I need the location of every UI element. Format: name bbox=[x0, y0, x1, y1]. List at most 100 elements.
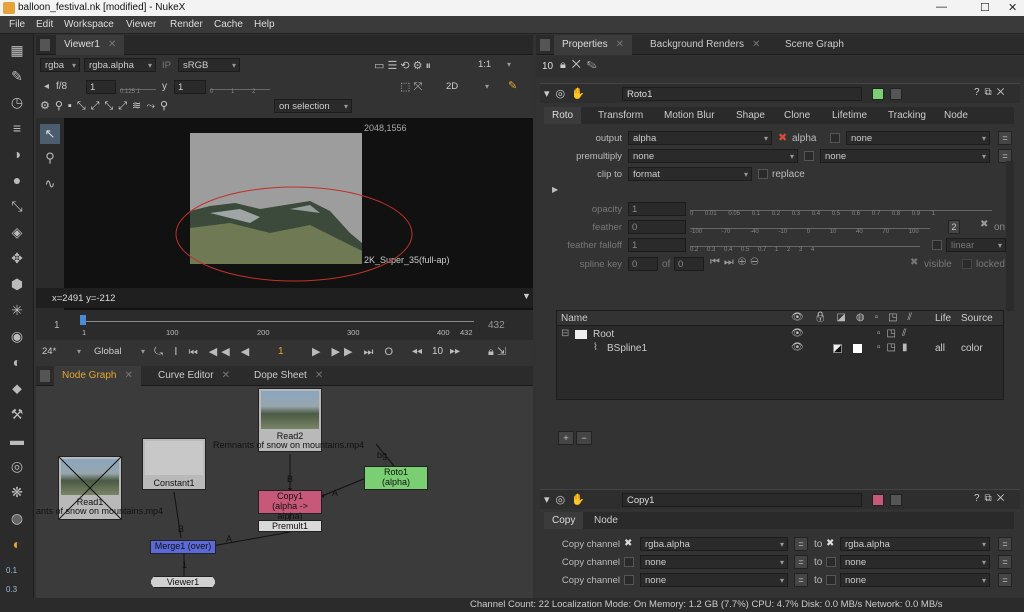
tab-node[interactable]: Node bbox=[936, 107, 976, 124]
merge-tools-icon[interactable]: ◈ bbox=[8, 224, 26, 240]
nodes-tools-icon[interactable]: ◍ bbox=[8, 510, 26, 526]
coords-expand-icon[interactable]: ▼ bbox=[522, 291, 531, 301]
tab-motion-blur[interactable]: Motion Blur bbox=[656, 107, 723, 124]
roto1-font-color[interactable] bbox=[890, 88, 902, 100]
fps-dropdown[interactable]: 24* bbox=[38, 345, 84, 359]
colorspace-dropdown[interactable]: sRGB bbox=[178, 58, 240, 72]
copy-from-link[interactable]: = bbox=[794, 573, 808, 587]
on-selection-dropdown[interactable]: on selection bbox=[274, 99, 352, 113]
feather-slider[interactable] bbox=[690, 219, 930, 229]
output-dropdown[interactable]: alpha bbox=[628, 131, 772, 145]
copy-to-checkbox[interactable] bbox=[826, 575, 836, 585]
visible-check-icon[interactable]: ✖ bbox=[910, 257, 918, 268]
bspline1-row-icons[interactable]: ▫◳▮ bbox=[877, 342, 914, 353]
copy-from-checkbox[interactable] bbox=[624, 575, 634, 585]
global-dropdown[interactable]: Global bbox=[90, 345, 148, 359]
roto-tool-settings[interactable]: ⚙⚲▪⤡⤢⤡⤢≋⤳⚲ bbox=[40, 99, 270, 115]
metadata-tools-icon[interactable]: ⬥ bbox=[8, 380, 26, 396]
node-copy1[interactable]: Copy1 (alpha -> alpha) bbox=[258, 490, 322, 521]
other-tools-icon[interactable]: ▬ bbox=[8, 432, 26, 448]
copy-to-dropdown[interactable]: none bbox=[840, 573, 990, 587]
tab-transform[interactable]: Transform bbox=[590, 107, 651, 124]
tab-lifetime[interactable]: Lifetime bbox=[824, 107, 875, 124]
3d-tools-icon[interactable]: ⬢ bbox=[8, 276, 26, 292]
feather-num-field[interactable]: 2 bbox=[948, 220, 960, 234]
clip-to-dropdown[interactable]: format bbox=[628, 167, 752, 181]
copy-to-link[interactable]: = bbox=[998, 537, 1012, 551]
filter-tools-icon[interactable]: ● bbox=[8, 172, 26, 188]
step-field[interactable]: 10 bbox=[432, 346, 443, 357]
premultiply-dropdown[interactable]: none bbox=[628, 149, 798, 163]
falloff-mode-dropdown[interactable]: linear bbox=[946, 238, 1006, 252]
bspline1-color-swatch[interactable] bbox=[853, 344, 862, 353]
pane-grip-icon[interactable] bbox=[540, 39, 550, 51]
step-fwd-icon[interactable]: ▸▸ bbox=[450, 346, 460, 357]
current-frame[interactable]: 1 bbox=[278, 346, 284, 357]
transport-fwd-buttons[interactable]: ▶ ▶▶ ⏭ O bbox=[312, 345, 397, 359]
properties-toolbar-icons[interactable]: 🔒︎⨉✎ bbox=[560, 59, 603, 72]
menu-render[interactable]: Render bbox=[170, 19, 203, 30]
tab-copy[interactable]: Copy bbox=[544, 512, 584, 529]
tab-background-renders[interactable]: Background Renders ✕ bbox=[642, 35, 768, 55]
copy-to-check-icon[interactable]: ✖ bbox=[826, 538, 834, 549]
root-visible-icon[interactable]: 👁︎ bbox=[791, 328, 804, 339]
key-nav-buttons[interactable]: ⏮⏭⊕⊖ bbox=[710, 256, 763, 269]
node-constant1[interactable]: Constant1 bbox=[142, 438, 206, 490]
copy-from-dropdown[interactable]: none bbox=[640, 555, 788, 569]
copy-to-link[interactable]: = bbox=[998, 573, 1012, 587]
replace-checkbox[interactable] bbox=[758, 169, 768, 179]
view-mode-dropdown[interactable]: 2D bbox=[442, 80, 492, 94]
ip-label[interactable]: IP bbox=[162, 60, 171, 71]
tab-shape[interactable]: Shape bbox=[728, 107, 773, 124]
tab-clone[interactable]: Clone bbox=[776, 107, 818, 124]
roto1-header-icons[interactable]: ▾◎✋ bbox=[544, 87, 591, 100]
tab-scene-graph[interactable]: Scene Graph bbox=[777, 35, 852, 55]
opacity-field[interactable]: 1 bbox=[628, 202, 686, 216]
node-roto1[interactable]: Roto1 (alpha) bbox=[364, 466, 428, 490]
menu-workspace[interactable]: Workspace bbox=[64, 19, 114, 30]
particles-tools-icon[interactable]: ✳ bbox=[8, 302, 26, 318]
transport-back-buttons[interactable]: ⤿ Ⅰ ⏮ ◀◀ ◀ bbox=[154, 345, 253, 359]
copy-from-dropdown[interactable]: rgba.alpha bbox=[640, 537, 788, 551]
shape-tree-table[interactable]: Name 👁︎🔒︎◪◍▫◳⫽ Life Source ⊟ Root 👁︎ ▫◳⫽… bbox=[556, 310, 1004, 400]
shape-row-root[interactable]: ⊟ Root 👁︎ ▫◳⫽ bbox=[557, 328, 1003, 342]
roto1-node-color[interactable] bbox=[872, 88, 884, 100]
node-viewer1[interactable]: Viewer1 bbox=[150, 576, 216, 588]
tab-roto[interactable]: Roto bbox=[544, 107, 582, 124]
channels-dropdown[interactable]: rgba bbox=[40, 58, 80, 72]
timeline-track[interactable] bbox=[82, 321, 474, 322]
fstop-label[interactable]: f/8 bbox=[56, 81, 67, 92]
lock-range-icon[interactable]: 🔒︎ ⇲ bbox=[488, 345, 506, 359]
roi-icon[interactable]: ⬚ ⤧ bbox=[400, 80, 422, 94]
close-button[interactable]: ✕ bbox=[1008, 1, 1017, 14]
pane-grip-icon[interactable] bbox=[40, 39, 50, 51]
copy-to-link[interactable]: = bbox=[998, 555, 1012, 569]
time-tools-icon[interactable]: ◷ bbox=[8, 94, 26, 110]
shape-row-bspline1[interactable]: ⌇ BSpline1 👁︎ ▫◳▮ all color bbox=[557, 342, 1003, 356]
fstop-arrow-icon[interactable]: ◂ bbox=[44, 81, 49, 92]
copy-from-check-icon[interactable]: ✖ bbox=[624, 538, 632, 549]
image-tools-icon[interactable]: ▦ bbox=[8, 42, 26, 58]
tab-copy-node[interactable]: Node bbox=[586, 512, 626, 529]
zoom-dropdown[interactable]: 1:1 bbox=[474, 58, 514, 72]
gradient-tools-icon[interactable]: ◐ bbox=[8, 536, 26, 552]
tab-properties[interactable]: Properties ✕ bbox=[554, 35, 632, 55]
copy-from-dropdown[interactable]: none bbox=[640, 573, 788, 587]
minimize-button[interactable]: — bbox=[936, 1, 947, 13]
furnace-tools-icon[interactable]: ◎ bbox=[8, 458, 26, 474]
feather-falloff-field[interactable]: 1 bbox=[628, 238, 686, 252]
copy-from-checkbox[interactable] bbox=[624, 557, 634, 567]
gain-field[interactable]: 1 bbox=[86, 80, 116, 94]
remove-shape-button[interactable]: − bbox=[576, 431, 592, 445]
channel-select-dropdown[interactable]: rgba.alpha bbox=[84, 58, 156, 72]
add-shape-button[interactable]: + bbox=[558, 431, 574, 445]
bspline1-invert-icon[interactable] bbox=[833, 344, 842, 353]
gamma-field[interactable]: 1 bbox=[174, 80, 206, 94]
step-back-icon[interactable]: ◂◂ bbox=[412, 346, 422, 357]
opacity-slider[interactable] bbox=[690, 201, 992, 211]
alpha-checked-icon[interactable]: ✖ bbox=[778, 131, 787, 144]
paint-pen-icon[interactable]: ✎ bbox=[508, 79, 517, 92]
root-row-icons[interactable]: ▫◳⫽ bbox=[877, 328, 912, 339]
tab-tracking[interactable]: Tracking bbox=[880, 107, 934, 124]
tab-viewer1[interactable]: Viewer1 ✕ bbox=[56, 35, 125, 55]
